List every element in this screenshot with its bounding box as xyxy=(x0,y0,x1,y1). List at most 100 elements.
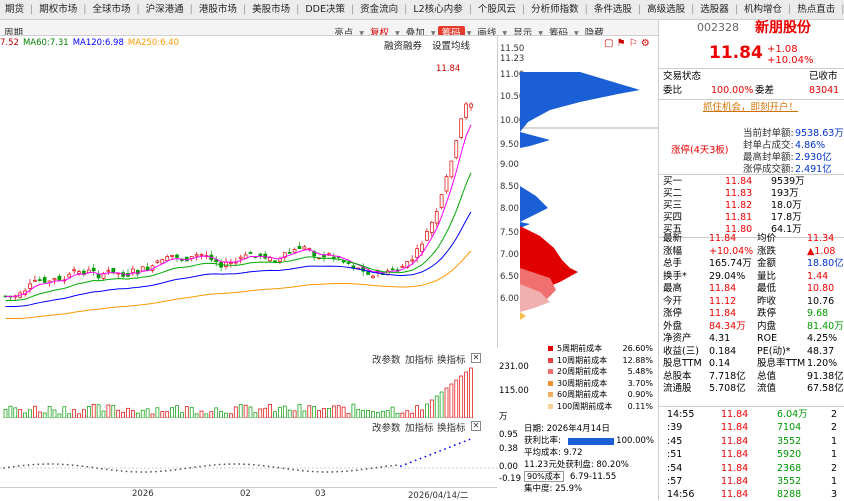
cell: 总股本 xyxy=(663,370,692,382)
cell: 193万 xyxy=(771,188,799,199)
candle xyxy=(184,256,189,262)
volume-bar xyxy=(238,404,243,418)
toolbar-4[interactable]: 画线 xyxy=(473,26,500,35)
edit-params-button[interactable]: 改参数 xyxy=(372,352,401,366)
price-tick: 9.50 xyxy=(500,140,519,150)
chevron-down-icon[interactable]: ▾ xyxy=(536,26,545,35)
toolbar-5[interactable]: 显示 xyxy=(509,26,536,35)
set-ma-button[interactable]: 设置均线 xyxy=(432,38,470,52)
menu-item-10[interactable]: 分析师指数 xyxy=(526,0,584,19)
menu-item-0[interactable]: 期货 xyxy=(0,0,29,19)
toolbar-7[interactable]: 隐藏 xyxy=(581,26,608,35)
edit-params-button-2[interactable]: 改参数 xyxy=(372,420,401,434)
add-indicator-button[interactable]: 加指标 xyxy=(405,352,434,366)
indicator-point xyxy=(189,466,192,469)
chip-header-icons[interactable]: ▢ ⚑ ⚐ ⚙ xyxy=(604,38,650,49)
cell: 均价 xyxy=(757,233,777,244)
cell: 11.84 xyxy=(721,435,749,447)
price-tick: 6.00 xyxy=(500,294,519,304)
ad-row[interactable]: 抓住机会，即刻开户！ xyxy=(659,102,844,114)
indicator-point xyxy=(243,463,246,466)
legend-pct: 0.90% xyxy=(627,390,653,399)
volume-bar xyxy=(253,412,258,418)
volume-bar xyxy=(170,407,174,418)
cost-range-select[interactable]: 90%成本 xyxy=(524,471,564,482)
menu-item-14[interactable]: 机构增仓 xyxy=(739,0,787,19)
chevron-down-icon[interactable]: ▾ xyxy=(393,26,402,35)
price-marker: 11.84 xyxy=(436,64,461,74)
toolbar-6[interactable]: 筹码 xyxy=(545,26,572,35)
cell: 2 xyxy=(831,422,838,434)
chevron-down-icon[interactable]: ▾ xyxy=(465,26,474,35)
candle xyxy=(155,260,160,263)
menu-item-2[interactable]: 全球市场 xyxy=(87,0,135,19)
menu-item-15[interactable]: 热点直击 xyxy=(792,0,840,19)
toolbar-2[interactable]: 叠加 xyxy=(402,26,429,35)
indicator-point xyxy=(400,465,402,467)
close-icon-2[interactable]: ✕ xyxy=(471,421,481,431)
menu-item-7[interactable]: 资金流向 xyxy=(355,0,403,19)
chevron-down-icon[interactable]: ▾ xyxy=(357,26,366,35)
cell: 5.708亿 xyxy=(709,383,746,394)
limit-row: 当前封单额: 9538.63万 xyxy=(659,128,844,140)
add-indicator-button-2[interactable]: 加指标 xyxy=(405,420,434,434)
cell: 83041 xyxy=(809,85,840,96)
chevron-down-icon[interactable]: ▾ xyxy=(500,26,509,35)
indicator-point xyxy=(37,463,40,466)
quote-panel: 002328 新朋股份 11.84 +1.08 +10.04% 交易状态 已收市 委比 100.… xyxy=(658,20,844,500)
cell: 4.86% xyxy=(795,140,826,151)
menu-item-3[interactable]: 沪深港通 xyxy=(141,0,189,19)
cell: 0.184 xyxy=(709,345,737,357)
volume-bar xyxy=(57,413,62,418)
cell: 净资产 xyxy=(663,333,692,344)
indicator-point xyxy=(248,463,250,466)
ma-legend-item: MA250:6.40 xyxy=(127,38,180,48)
period-button[interactable]: 周期 xyxy=(0,26,27,35)
switch-indicator-button-2[interactable]: 换指标 xyxy=(437,420,466,434)
tick-row: 14:55 11.84 6.04万 2 xyxy=(659,409,844,421)
menu-item-4[interactable]: 港股市场 xyxy=(194,0,242,19)
cell: ▲1.08 xyxy=(807,245,836,257)
cell: 17.8万 xyxy=(771,212,802,223)
volume-bar xyxy=(297,404,302,418)
menu-item-8[interactable]: L2核心内参 xyxy=(408,0,467,19)
toolbar-1[interactable]: 复权 xyxy=(366,26,393,35)
menu-item-1[interactable]: 期权市场 xyxy=(34,0,82,19)
volume-bar xyxy=(425,403,429,418)
chevron-down-icon[interactable]: ▾ xyxy=(429,26,438,35)
chevron-down-icon[interactable]: ▾ xyxy=(572,26,581,35)
candle xyxy=(28,283,32,289)
cell: :51 xyxy=(667,449,683,461)
cell: 11.84 xyxy=(721,449,749,461)
date-axis: 2026 02 03 2026/04/14/二 xyxy=(0,487,497,501)
indicator-point xyxy=(331,471,334,473)
menu-item-12[interactable]: 高级选股 xyxy=(642,0,690,19)
menu-item-13[interactable]: 选股器 xyxy=(695,0,734,19)
volume-bar xyxy=(28,409,32,418)
cell: 11.84 xyxy=(721,489,749,501)
cell: 0.14 xyxy=(709,358,731,369)
candle xyxy=(434,211,439,224)
menu-item-11[interactable]: 条件选股 xyxy=(589,0,637,19)
volume-bar xyxy=(317,410,321,418)
menu-item-6[interactable]: DDE决策 xyxy=(300,0,350,19)
indicator-point xyxy=(390,464,392,467)
menu-item-9[interactable]: 个股风云 xyxy=(473,0,521,19)
toolbar-0[interactable]: 亮点 xyxy=(330,26,357,35)
toolbar-3[interactable]: 筹码 xyxy=(437,26,465,35)
candlestick-chart[interactable] xyxy=(0,36,497,348)
menu-item-5[interactable]: 美股市场 xyxy=(247,0,295,19)
candle xyxy=(302,246,307,250)
quote-row: 涨停 11.84 跌停 9.68 xyxy=(659,308,844,320)
trade-status-label: 交易状态 xyxy=(663,71,702,82)
volume-bar xyxy=(464,371,468,418)
close-icon[interactable]: ✕ xyxy=(471,353,481,363)
cell: 委比 xyxy=(663,85,683,96)
switch-indicator-button[interactable]: 换指标 xyxy=(437,352,466,366)
cost-legend: 5周期前成本 26.60% 10周期前成本 12.88% 20周期前成本 5.48% 30周… xyxy=(545,343,655,412)
cell: 48.37 xyxy=(807,345,835,357)
margin-trading-button[interactable]: 融资融券 xyxy=(384,38,422,52)
volume-bar xyxy=(189,407,194,418)
cell: 买二 xyxy=(663,188,683,199)
cell: 11.84 xyxy=(721,476,749,487)
